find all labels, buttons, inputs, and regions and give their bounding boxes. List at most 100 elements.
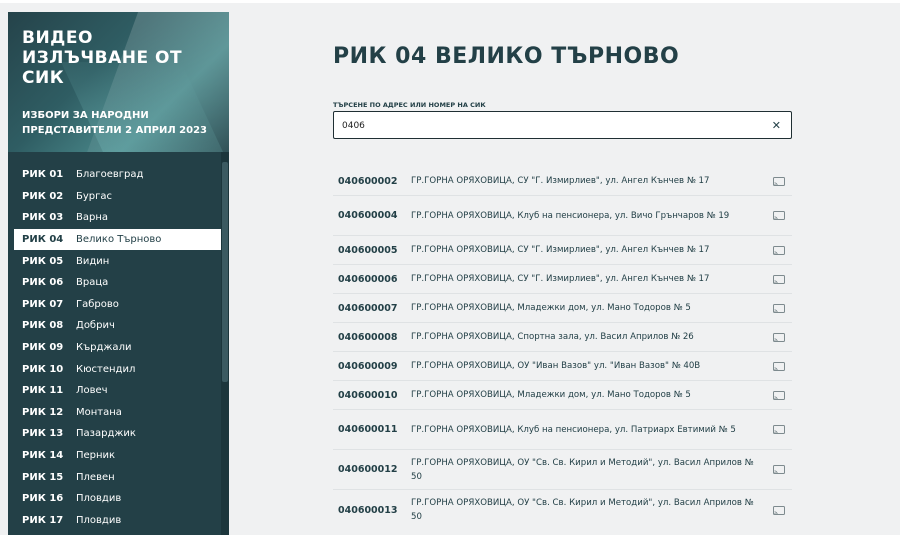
result-row[interactable]: 040600011 ГР.ГОРНА ОРЯХОВИЦА, Клуб на пен… <box>333 410 792 450</box>
sidebar-item-rik-07[interactable]: РИК 07 Габрово <box>8 294 221 316</box>
sik-address: ГР.ГОРНА ОРЯХОВИЦА, СУ "Г. Измирлиев", у… <box>411 245 710 255</box>
brand-subtitle: ИЗБОРИ ЗА НАРОДНИ ПРЕДСТАВИТЕЛИ 2 АПРИЛ … <box>22 110 207 136</box>
sidebar-item-label: Пловдив <box>76 493 122 505</box>
cast-icon[interactable] <box>766 465 792 474</box>
cast-icon[interactable] <box>766 211 792 220</box>
result-row[interactable]: 040600008 ГР.ГОРНА ОРЯХОВИЦА, Спортна зал… <box>333 323 792 352</box>
sidebar-item-rik-10[interactable]: РИК 10 Кюстендил <box>8 358 221 380</box>
sidebar-item-code: РИК 06 <box>22 277 64 289</box>
sidebar-item-label: Видин <box>76 255 110 267</box>
sik-address: ГР.ГОРНА ОРЯХОВИЦА, ОУ "Иван Вазов" ул. … <box>411 361 701 371</box>
sidebar-item-rik-01[interactable]: РИК 01 Благоевград <box>8 164 221 186</box>
sidebar-item-code: РИК 15 <box>22 471 64 483</box>
cast-icon[interactable] <box>766 425 792 434</box>
sidebar-item-label: Пловдив <box>76 514 122 526</box>
cast-icon[interactable] <box>766 505 792 515</box>
sidebar-item-code: РИК 11 <box>22 385 64 397</box>
sidebar-item-rik-17[interactable]: РИК 17 Пловдив <box>8 510 221 532</box>
sidebar-item-label: Благоевград <box>76 169 144 181</box>
cast-icon[interactable] <box>766 361 792 371</box>
rik-list: РИК 01 Благоевград РИК 02 Бургас РИК 03 Варна… <box>8 164 221 531</box>
sidebar-item-label: Враца <box>76 277 109 289</box>
sidebar-item-code: РИК 01 <box>22 169 64 181</box>
page: ВИДЕО ИЗЛЪЧВАНЕ ОТ СИК ИЗБОРИ ЗА НАРОДНИ… <box>0 0 900 535</box>
sidebar-item-rik-12[interactable]: РИК 12 Монтана <box>8 402 221 424</box>
search-box: ✕ <box>333 111 792 139</box>
sidebar-item-rik-09[interactable]: РИК 09 Кърджали <box>8 337 221 359</box>
cast-icon[interactable] <box>766 176 792 186</box>
sidebar-item-label: Кюстендил <box>76 363 136 375</box>
search-input[interactable] <box>342 118 742 133</box>
sik-address: ГР.ГОРНА ОРЯХОВИЦА, ОУ "Св. Св. Кирил и … <box>411 457 754 482</box>
result-row[interactable]: 040600010 ГР.ГОРНА ОРЯХОВИЦА, Младежки до… <box>333 381 792 410</box>
sidebar-item-rik-14[interactable]: РИК 14 Перник <box>8 445 221 467</box>
cast-icon[interactable] <box>766 274 792 284</box>
sidebar-item-code: РИК 05 <box>22 255 64 267</box>
sidebar-item-code: РИК 09 <box>22 342 64 354</box>
brand-banner: ВИДЕО ИЗЛЪЧВАНЕ ОТ СИК ИЗБОРИ ЗА НАРОДНИ… <box>8 12 229 152</box>
sidebar-item-code: РИК 04 <box>22 234 64 246</box>
sik-address: ГР.ГОРНА ОРЯХОВИЦА, Клуб на пенсионера, … <box>411 424 736 435</box>
search-label: ТЪРСЕНЕ ПО АДРЕС ИЛИ НОМЕР НА СИК <box>333 101 486 109</box>
sik-number: 040600002 <box>338 175 398 187</box>
sidebar-item-code: РИК 10 <box>22 363 64 375</box>
sidebar-item-label: Габрово <box>76 298 119 310</box>
sidebar-item-label: Ловеч <box>76 385 108 397</box>
cast-icon[interactable] <box>766 390 792 400</box>
sidebar-item-code: РИК 17 <box>22 514 64 526</box>
sidebar-item-label: Велико Търново <box>76 234 162 246</box>
result-row[interactable]: 040600002 ГР.ГОРНА ОРЯХОВИЦА, СУ "Г. Изми… <box>333 167 792 196</box>
sidebar-item-rik-16[interactable]: РИК 16 Пловдив <box>8 488 221 510</box>
sidebar-item-rik-05[interactable]: РИК 05 Видин <box>8 250 221 272</box>
sidebar-item-rik-11[interactable]: РИК 11 Ловеч <box>8 380 221 402</box>
sidebar-scroll-thumb[interactable] <box>222 162 228 382</box>
sik-address: ГР.ГОРНА ОРЯХОВИЦА, Спортна зала, ул. Ва… <box>411 332 694 342</box>
sik-number: 040600011 <box>338 424 398 435</box>
sik-address: ГР.ГОРНА ОРЯХОВИЦА, Младежки дом, ул. Ма… <box>411 390 691 400</box>
result-row[interactable]: 040600005 ГР.ГОРНА ОРЯХОВИЦА, СУ "Г. Изми… <box>333 236 792 265</box>
sik-number: 040600013 <box>338 504 398 516</box>
close-icon[interactable]: ✕ <box>772 119 781 132</box>
top-strip <box>0 0 900 3</box>
cast-icon[interactable] <box>766 303 792 313</box>
result-row[interactable]: 040600013 ГР.ГОРНА ОРЯХОВИЦА, ОУ "Св. Св.… <box>333 490 792 530</box>
cast-icon[interactable] <box>766 332 792 342</box>
sik-number: 040600007 <box>338 302 398 314</box>
sidebar-item-rik-06[interactable]: РИК 06 Враца <box>8 272 221 294</box>
sidebar-item-rik-08[interactable]: РИК 08 Добрич <box>8 315 221 337</box>
sidebar-item-label: Бургас <box>76 190 113 202</box>
sidebar-item-code: РИК 13 <box>22 428 64 440</box>
sik-number: 040600010 <box>338 389 398 401</box>
sidebar-item-label: Плевен <box>76 471 115 483</box>
sidebar-item-code: РИК 08 <box>22 320 64 332</box>
sidebar-item-code: РИК 16 <box>22 493 64 505</box>
sidebar-item-code: РИК 03 <box>22 212 64 224</box>
brand-title: ВИДЕО ИЗЛЪЧВАНЕ ОТ СИК <box>22 28 183 88</box>
sik-address: ГР.ГОРНА ОРЯХОВИЦА, Младежки дом, ул. Ма… <box>411 303 691 313</box>
result-row[interactable]: 040600007 ГР.ГОРНА ОРЯХОВИЦА, Младежки до… <box>333 294 792 323</box>
result-row[interactable]: 040600009 ГР.ГОРНА ОРЯХОВИЦА, ОУ "Иван Ва… <box>333 352 792 381</box>
sik-address: ГР.ГОРНА ОРЯХОВИЦА, ОУ "Св. Св. Кирил и … <box>411 498 754 522</box>
sik-number: 040600012 <box>338 464 398 475</box>
sidebar-item-code: РИК 12 <box>22 406 64 418</box>
sidebar-item-label: Перник <box>76 450 116 462</box>
sik-number: 040600005 <box>338 244 398 256</box>
sidebar-item-code: РИК 07 <box>22 298 64 310</box>
result-row[interactable]: 040600004 ГР.ГОРНА ОРЯХОВИЦА, Клуб на пен… <box>333 196 792 236</box>
result-row[interactable]: 040600012 ГР.ГОРНА ОРЯХОВИЦА, ОУ "Св. Св.… <box>333 450 792 490</box>
sidebar-item-label: Варна <box>76 212 109 224</box>
result-row[interactable]: 040600006 ГР.ГОРНА ОРЯХОВИЦА, СУ "Г. Изми… <box>333 265 792 294</box>
sik-number: 040600004 <box>338 210 398 221</box>
results-list: 040600002 ГР.ГОРНА ОРЯХОВИЦА, СУ "Г. Изми… <box>333 167 792 530</box>
sidebar-item-rik-03[interactable]: РИК 03 Варна <box>8 207 221 229</box>
sidebar-item-label: Монтана <box>76 406 122 418</box>
sidebar-item-label: Добрич <box>76 320 115 332</box>
sidebar: ВИДЕО ИЗЛЪЧВАНЕ ОТ СИК ИЗБОРИ ЗА НАРОДНИ… <box>8 12 229 535</box>
sidebar-item-rik-02[interactable]: РИК 02 Бургас <box>8 186 221 208</box>
sidebar-item-rik-15[interactable]: РИК 15 Плевен <box>8 466 221 488</box>
cast-icon[interactable] <box>766 245 792 255</box>
sidebar-item-rik-04[interactable]: РИК 04 Велико Търново <box>14 228 221 251</box>
sidebar-item-rik-13[interactable]: РИК 13 Пазарджик <box>8 423 221 445</box>
sik-address: ГР.ГОРНА ОРЯХОВИЦА, СУ "Г. Измирлиев", у… <box>411 176 710 186</box>
sidebar-item-label: Кърджали <box>76 342 132 354</box>
